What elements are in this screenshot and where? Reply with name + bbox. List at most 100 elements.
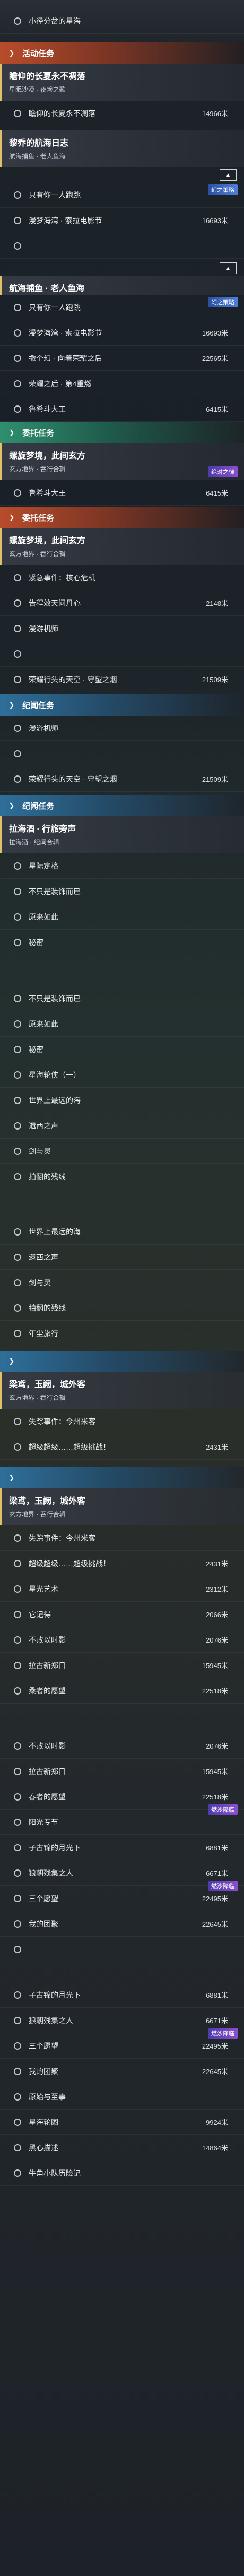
- distance-label: 6415米: [206, 489, 228, 497]
- list-item[interactable]: 子古锦的月光下 6881米: [0, 1982, 244, 2008]
- list-item[interactable]: 原来如此: [0, 1011, 244, 1037]
- list-item[interactable]: 漫游机师: [0, 716, 244, 741]
- list-item[interactable]: 不改以时影 2076米: [0, 1627, 244, 1653]
- list-item[interactable]: 剑与灵: [0, 1270, 244, 1295]
- quest-card[interactable]: 拉海酒 · 行旅旁声 拉海酒 · 纪闻合辑: [0, 816, 244, 853]
- section-header[interactable]: ❯ 纪闻任务: [0, 694, 244, 716]
- section-header[interactable]: ❯ 纪闻任务: [0, 795, 244, 816]
- list-item[interactable]: 不只是装饰而已: [0, 879, 244, 904]
- list-item[interactable]: 鲁希斗大王 6415米: [0, 480, 244, 506]
- list-item[interactable]: 不只是装饰而已: [0, 986, 244, 1011]
- list-item[interactable]: 遗西之声: [0, 1245, 244, 1270]
- list-item[interactable]: 超级超级……超级挑战！ 2431米: [0, 1551, 244, 1576]
- status-circle-icon: [14, 191, 21, 199]
- card-subtitle: 玄方地界 · 吞行合辑: [9, 1511, 66, 1518]
- list-item[interactable]: [0, 741, 244, 766]
- list-item[interactable]: 剑与灵: [0, 1139, 244, 1164]
- list-item[interactable]: 超级超级……超级挑战！ 2431米: [0, 1434, 244, 1460]
- list-item[interactable]: 原来如此: [0, 904, 244, 930]
- list-item[interactable]: 拉古新郑日 15945米: [0, 1759, 244, 1784]
- section-header[interactable]: ❯ 委托任务: [0, 422, 244, 443]
- section-header[interactable]: ❯ 活动任务: [0, 42, 244, 64]
- list-item[interactable]: 拉古新郑日 15945米: [0, 1653, 244, 1678]
- quest-label: 遗西之声: [29, 1121, 58, 1130]
- list-item[interactable]: 狼朝残集之人 6671米: [0, 2008, 244, 2033]
- list-item[interactable]: 漫梦海湾 · 索拉电影节 16693米: [0, 208, 244, 233]
- status-circle-icon: [14, 1793, 21, 1801]
- list-item[interactable]: 世界上最远的海: [0, 1088, 244, 1113]
- list-item[interactable]: 荣耀行头的天空 · 守望之烟 21509米: [0, 667, 244, 692]
- quest-card[interactable]: 航海捕鱼 · 老人鱼海: [0, 276, 244, 295]
- list-item[interactable]: 告程效天问丹心 2148米: [0, 590, 244, 616]
- list-item[interactable]: 牛角小队历险记: [0, 2160, 244, 2186]
- status-circle-icon: [14, 1045, 21, 1053]
- list-item[interactable]: 只有你一人跑跳: [0, 182, 244, 208]
- list-item[interactable]: [0, 1937, 244, 1962]
- list-item[interactable]: 世界上最远的海: [0, 1219, 244, 1245]
- status-circle-icon: [14, 574, 21, 581]
- list-item[interactable]: 拍翻的残线: [0, 1295, 244, 1321]
- quest-label: 牛角小队历险记: [29, 2168, 81, 2177]
- list-item[interactable]: 黑心描述 14864米: [0, 2135, 244, 2160]
- quest-card[interactable]: 螺旋梦境，此间玄方 玄方地界 · 吞行合辑: [0, 443, 244, 480]
- list-item[interactable]: 紧急事件：核心危机: [0, 565, 244, 590]
- collapse-button[interactable]: ▲: [220, 169, 237, 181]
- list-item[interactable]: 阳光专节: [0, 1810, 244, 1835]
- quest-label: 世界上最远的海: [29, 1227, 81, 1236]
- list-item[interactable]: 星光艺术 2312米: [0, 1576, 244, 1602]
- list-item[interactable]: 桑者的愿望 22518米: [0, 1678, 244, 1704]
- quest-label: 星际定格: [29, 861, 58, 870]
- list-item[interactable]: 星海轮图 9924米: [0, 2110, 244, 2135]
- list-item[interactable]: 只有你一人跑跳: [0, 295, 244, 320]
- list-item[interactable]: [0, 233, 244, 259]
- list-item[interactable]: 星海轮侠（一）: [0, 1062, 244, 1088]
- collapse-button[interactable]: ▲: [220, 262, 237, 274]
- distance-label: 2431米: [206, 1560, 228, 1568]
- section-header[interactable]: ❯: [0, 1351, 244, 1372]
- list-item[interactable]: 三个愿望 22495米: [0, 2033, 244, 2059]
- quest-card[interactable]: 瞻仰的长夏永不凋落 星眠沙漠 · 夜盏之歌: [0, 64, 244, 101]
- quest-card[interactable]: 黎乔的航海日志 航海捕鱼 · 老人鱼海: [0, 130, 244, 167]
- list-item[interactable]: 漫游机师: [0, 616, 244, 641]
- list-item[interactable]: 我的团聚 22645米: [0, 2059, 244, 2084]
- quest-label: 秘密: [29, 938, 43, 947]
- section-title: 纪闻任务: [22, 801, 55, 811]
- list-item[interactable]: 荣耀行头的天空 · 守望之烟 21509米: [0, 766, 244, 792]
- list-item[interactable]: 秘密: [0, 930, 244, 955]
- list-item[interactable]: 撒个幻 · 向着荣耀之后 22565米: [0, 346, 244, 371]
- list-item[interactable]: 我的团聚 22645米: [0, 1911, 244, 1937]
- status-circle-icon: [14, 1443, 21, 1451]
- list-item[interactable]: 秘密: [0, 1037, 244, 1062]
- list-item[interactable]: 年尘旅行: [0, 1321, 244, 1346]
- list-item[interactable]: 鲁希斗大王 6415米: [0, 396, 244, 422]
- quest-card[interactable]: 梁鸢，玉阙，城外客 玄方地界 · 吞行合辑: [0, 1488, 244, 1525]
- section-header[interactable]: ❯: [0, 1467, 244, 1488]
- list-item[interactable]: 失踪事件：今州米客: [0, 1525, 244, 1551]
- list-item[interactable]: 它记得 2066米: [0, 1602, 244, 1627]
- quest-card[interactable]: 螺旋梦境，此间玄方 玄方地界 · 吞行合辑: [0, 528, 244, 565]
- status-circle-icon: [14, 1071, 21, 1079]
- list-item[interactable]: [0, 641, 244, 667]
- list-item[interactable]: 春者的愿望 22518米: [0, 1784, 244, 1810]
- section-header[interactable]: ❯ 委托任务: [0, 507, 244, 528]
- quest-label: 我的团聚: [29, 2067, 58, 2076]
- list-item[interactable]: 三个愿望 22495米: [0, 1886, 244, 1911]
- list-item[interactable]: 失踪事件：今州米客: [0, 1409, 244, 1434]
- list-item[interactable]: 遗西之声: [0, 1113, 244, 1139]
- quest-label: 子古锦的月光下: [29, 1990, 81, 1999]
- list-item[interactable]: 荣耀之后 · 第4重燃: [0, 371, 244, 396]
- quest-label: 星海轮图: [29, 2118, 58, 2127]
- status-circle-icon: [14, 489, 21, 497]
- list-item[interactable]: 漫梦海湾 · 索拉电影节 16693米: [0, 320, 244, 346]
- list-item[interactable]: 原始与至事: [0, 2084, 244, 2110]
- quest-card[interactable]: 梁鸢，玉阙，城外客 玄方地界 · 吞行合辑: [0, 1372, 244, 1409]
- list-item[interactable]: 子古锦的月光下 6881米: [0, 1835, 244, 1860]
- list-item[interactable]: 小径分岔的星海: [0, 8, 244, 34]
- list-item[interactable]: 狼朝残集之人 6671米: [0, 1860, 244, 1886]
- list-item[interactable]: 星际定格: [0, 853, 244, 879]
- quest-label: 我的团聚: [29, 1919, 58, 1928]
- list-item[interactable]: 瞻仰的长夏永不凋落 14966米: [0, 101, 244, 126]
- list-item[interactable]: 拍翻的残线: [0, 1164, 244, 1189]
- list-item[interactable]: 不改以时影 2076米: [0, 1733, 244, 1759]
- card-title: 瞻仰的长夏永不凋落: [9, 72, 86, 81]
